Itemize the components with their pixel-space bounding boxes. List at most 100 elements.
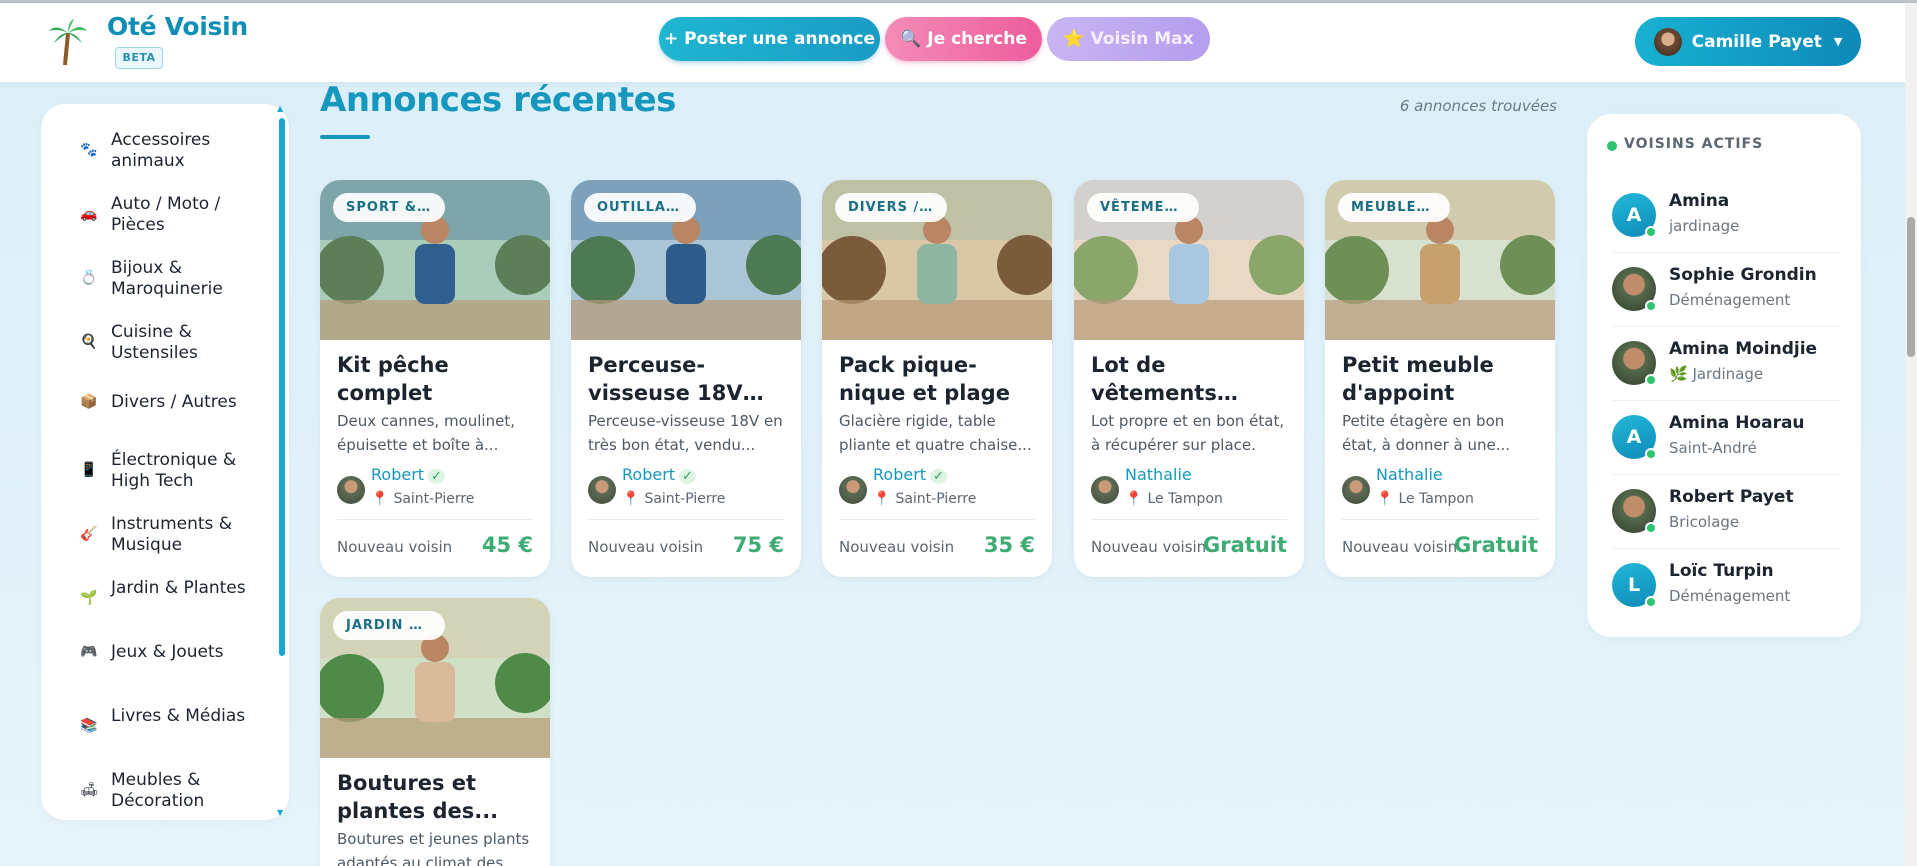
- star-icon: ⭐: [1063, 29, 1085, 49]
- location-text: Le Tampon: [1147, 491, 1223, 507]
- chair-icon: 🛋: [80, 782, 98, 798]
- category-sidebar: 🐾 Accessoires animaux 🚗 Auto / Moto / Pièce…: [41, 104, 289, 820]
- neighbor-name: Amina Hoarau: [1669, 413, 1805, 433]
- sprout-icon: 🌱: [80, 590, 98, 606]
- listing-price: 35 €: [983, 533, 1035, 557]
- sidebar-category-item[interactable]: 🚗 Auto / Moto / Pièces: [41, 194, 271, 236]
- listing-title[interactable]: Perceuse-visseuse 18V av...: [588, 351, 788, 407]
- gamepad-icon: 🎮: [80, 644, 98, 660]
- active-neighbors-panel: VOISINS ACTIFS A Amina jardinage Sophie Gro…: [1587, 114, 1861, 637]
- brand-name[interactable]: Oté Voisin: [107, 12, 248, 41]
- scroll-down-arrow-icon[interactable]: ▼: [277, 808, 283, 817]
- seller-avatar[interactable]: [1091, 476, 1119, 504]
- sidebar-category-item[interactable]: 🎮 Jeux & Jouets: [41, 642, 271, 664]
- results-count: 6 annonces trouvées: [1399, 97, 1557, 115]
- seller-avatar[interactable]: [588, 476, 616, 504]
- seller-name[interactable]: Robert ✓: [371, 465, 445, 484]
- seller-avatar[interactable]: [1342, 476, 1370, 504]
- page-scrollbar-track[interactable]: [1905, 3, 1917, 866]
- location-text: Saint-Pierre: [393, 491, 475, 507]
- seller-name[interactable]: Robert ✓: [873, 465, 947, 484]
- online-status-icon: [1645, 448, 1657, 460]
- seller-name[interactable]: Robert ✓: [622, 465, 696, 484]
- card-divider: [337, 519, 533, 520]
- sidebar-category-item[interactable]: 🌱 Jardin & Plantes: [41, 578, 271, 620]
- seller-name[interactable]: Nathalie: [1376, 465, 1443, 484]
- sidebar-category-item[interactable]: 💍 Bijoux & Maroquinerie: [41, 258, 271, 300]
- post-listing-button[interactable]: + Poster une annonce: [659, 17, 880, 61]
- sidebar-category-item[interactable]: 🍳 Cuisine & Ustensiles: [41, 322, 271, 364]
- sidebar-category-label: Électronique & High Tech: [111, 450, 237, 491]
- listing-price: 45 €: [481, 533, 533, 557]
- neighbor-row[interactable]: Robert Payet Bricolage: [1612, 475, 1840, 549]
- palm-tree-logo-icon[interactable]: [48, 19, 88, 67]
- neighbor-subtitle: Bricolage: [1669, 513, 1740, 531]
- listing-price: Gratuit: [1454, 533, 1538, 557]
- sidebar-category-label: Bijoux & Maroquinerie: [111, 258, 223, 299]
- listing-location: 📍 Saint-Pierre: [371, 491, 474, 507]
- sidebar-scrollbar[interactable]: [279, 118, 285, 656]
- page-scrollbar-thumb[interactable]: [1907, 217, 1915, 357]
- neighbor-row[interactable]: A Amina jardinage: [1612, 179, 1840, 253]
- sidebar-category-item[interactable]: 🐾 Accessoires animaux: [41, 130, 271, 172]
- books-icon: 📚: [80, 718, 98, 734]
- card-divider: [588, 519, 784, 520]
- listing-location: 📍 Saint-Pierre: [873, 491, 976, 507]
- neighbor-row[interactable]: A Amina Hoarau Saint-André: [1612, 401, 1840, 475]
- neighbor-row[interactable]: Sophie Grondin Déménagement: [1612, 253, 1840, 327]
- beta-badge: BETA: [115, 47, 163, 69]
- listing-card[interactable]: JARDIN & ... Boutures et plantes des... Bo…: [320, 598, 550, 866]
- seller-name-text: Nathalie: [1125, 465, 1192, 484]
- guitar-icon: 🎸: [80, 526, 98, 542]
- listing-card[interactable]: MEUBLES ... Petit meuble d'appoint Petite …: [1325, 180, 1555, 577]
- phone-icon: 📱: [80, 462, 98, 478]
- seller-status: Nouveau voisin: [1091, 538, 1207, 556]
- neighbor-subtitle: jardinage: [1669, 217, 1740, 235]
- box-icon: 📦: [80, 394, 98, 410]
- seller-name[interactable]: Nathalie: [1125, 465, 1192, 484]
- verified-check-icon: ✓: [930, 469, 947, 484]
- scroll-up-arrow-icon[interactable]: ▲: [277, 104, 283, 113]
- listing-title[interactable]: Petit meuble d'appoint: [1342, 351, 1542, 407]
- search-wanted-label: Je cherche: [927, 29, 1027, 49]
- category-tag: SPORT & L...: [333, 193, 445, 222]
- neighbor-name: Amina: [1669, 191, 1730, 211]
- listing-card[interactable]: OUTILLAGE Perceuse-visseuse 18V av... Perc…: [571, 180, 801, 577]
- sidebar-category-item[interactable]: 📚 Livres & Médias: [41, 706, 271, 748]
- map-pin-icon: 📍: [1376, 491, 1394, 507]
- listing-description: Deux cannes, moulinet, épuisette et boît…: [337, 412, 515, 454]
- sidebar-category-label: Jardin & Plantes: [111, 578, 246, 598]
- car-icon: 🚗: [80, 206, 98, 222]
- seller-name-text: Nathalie: [1376, 465, 1443, 484]
- search-wanted-button[interactable]: 🔍 Je cherche: [885, 17, 1042, 61]
- listing-location: 📍 Le Tampon: [1376, 491, 1474, 507]
- listing-title[interactable]: Boutures et plantes des...: [337, 769, 537, 825]
- sidebar-category-label: Livres & Médias: [111, 706, 246, 726]
- location-text: Saint-Pierre: [895, 491, 977, 507]
- neighbor-row[interactable]: L Loïc Turpin Déménagement: [1612, 549, 1840, 623]
- seller-avatar[interactable]: [839, 476, 867, 504]
- seller-status: Nouveau voisin: [839, 538, 955, 556]
- listing-description: Perceuse-visseuse 18V en très bon état, …: [588, 412, 783, 454]
- seller-avatar[interactable]: [337, 476, 365, 504]
- sidebar-category-item[interactable]: 🎸 Instruments & Musique: [41, 514, 271, 556]
- voisin-max-button[interactable]: ⭐ Voisin Max: [1047, 17, 1210, 61]
- neighbor-row[interactable]: Amina Moindjie 🌿 Jardinage: [1612, 327, 1840, 401]
- listing-card[interactable]: SPORT & L... Kit pêche complet Deux cannes…: [320, 180, 550, 577]
- listing-title[interactable]: Kit pêche complet: [337, 351, 537, 407]
- listing-card[interactable]: VÊTEMEN... Lot de vêtements enfants 3-6 a…: [1074, 180, 1304, 577]
- seller-status: Nouveau voisin: [588, 538, 704, 556]
- magnifier-icon: 🔍: [900, 29, 922, 49]
- sidebar-category-item[interactable]: 📦 Divers / Autres: [41, 392, 271, 414]
- user-menu-button[interactable]: Camille Payet ▼: [1635, 17, 1861, 66]
- ring-icon: 💍: [80, 270, 98, 286]
- listing-location: 📍 Saint-Pierre: [622, 491, 725, 507]
- online-status-icon: [1645, 226, 1657, 238]
- sidebar-category-item[interactable]: 🛋 Meubles & Décoration: [41, 770, 271, 812]
- location-text: Le Tampon: [1398, 491, 1474, 507]
- listing-title[interactable]: Pack pique-nique et plage: [839, 351, 1039, 407]
- listing-card[interactable]: DIVERS / ... Pack pique-nique et plage Gla…: [822, 180, 1052, 577]
- sidebar-category-item[interactable]: 📱 Électronique & High Tech: [41, 450, 271, 492]
- listing-title[interactable]: Lot de vêtements enfants 3-6 ans: [1091, 351, 1291, 407]
- panel-title: VOISINS ACTIFS: [1624, 136, 1764, 152]
